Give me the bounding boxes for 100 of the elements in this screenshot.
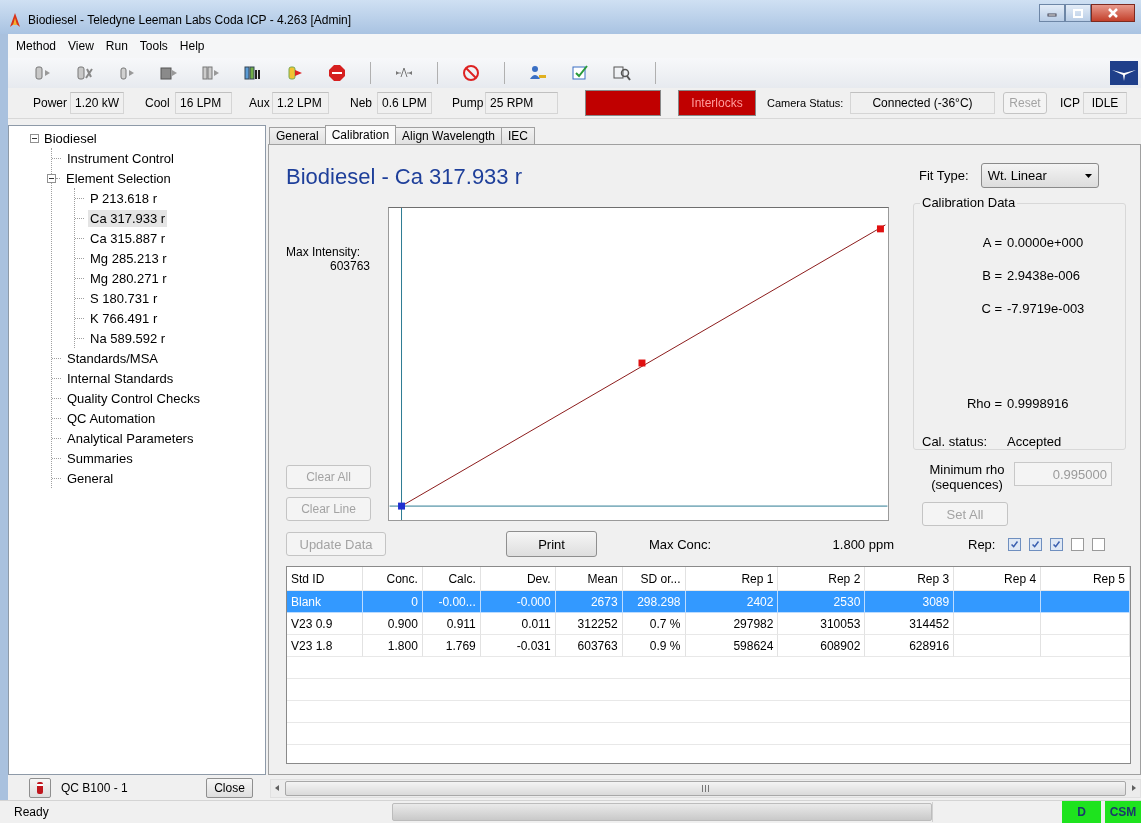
menu-item[interactable]: Method bbox=[10, 39, 63, 53]
rep-checkbox[interactable] bbox=[1029, 537, 1043, 551]
coefficient-label: C = bbox=[980, 301, 1002, 317]
rep-checkbox[interactable] bbox=[1008, 537, 1022, 551]
table-cell: 3089 bbox=[865, 591, 955, 613]
rep-checkbox[interactable] bbox=[1050, 537, 1064, 551]
field-label: Aux bbox=[249, 96, 271, 110]
table-cell: 0.900 bbox=[362, 613, 423, 635]
readout-field: IDLE bbox=[1083, 92, 1127, 114]
table-cell: 297982 bbox=[685, 613, 779, 635]
menu-item[interactable]: Help bbox=[173, 39, 211, 53]
app-icon bbox=[8, 12, 22, 28]
tree-item[interactable]: Mg 285.213 r bbox=[88, 249, 169, 267]
table-cell: -0.000 bbox=[480, 591, 556, 613]
tree-item[interactable]: K 766.491 r bbox=[88, 309, 160, 327]
field-label: Max Conc: bbox=[649, 536, 713, 552]
collapse-icon[interactable] bbox=[47, 173, 56, 183]
table-cell: 608902 bbox=[778, 635, 866, 657]
table-cell: 603763 bbox=[555, 635, 623, 657]
grip-icon bbox=[701, 784, 710, 792]
vial-play-icon[interactable] bbox=[118, 64, 136, 82]
field-label: Neb bbox=[350, 96, 373, 110]
tree-item[interactable]: General bbox=[65, 469, 116, 487]
tree-item[interactable]: S 180.731 r bbox=[88, 289, 160, 307]
vial-icon bbox=[34, 781, 46, 795]
tree-item[interactable]: Ca 317.933 r bbox=[88, 209, 168, 227]
readout-field: 1.20 kW bbox=[70, 92, 124, 114]
window-title: Biodiesel - Teledyne Leeman Labs Coda ICP - 4.263 [Admin] bbox=[28, 12, 352, 27]
field-label: Rep: bbox=[968, 536, 996, 552]
tree-item[interactable]: Biodiesel bbox=[42, 129, 99, 147]
tab[interactable]: IEC bbox=[501, 127, 536, 144]
table-row[interactable]: V23 0.9 0.900 0.911 0.011 312252 0.7 % 297982 310053 314452 bbox=[287, 613, 1130, 635]
tree-item[interactable]: Analytical Parameters bbox=[65, 429, 196, 447]
tree-item[interactable]: Summaries bbox=[65, 449, 135, 467]
collapse-icon[interactable] bbox=[30, 133, 39, 143]
close-button[interactable] bbox=[1091, 4, 1135, 22]
max-intensity-value: 603763 bbox=[329, 259, 370, 273]
tree-item[interactable]: QC Automation bbox=[65, 409, 158, 427]
tree-item[interactable]: Instrument Control bbox=[65, 149, 176, 167]
print-button[interactable]: Print bbox=[506, 531, 597, 557]
prohibited-icon[interactable] bbox=[462, 64, 480, 82]
field-label: Pump bbox=[452, 96, 485, 110]
table-cell: 0.7 % bbox=[622, 613, 686, 635]
status-value: Accepted bbox=[1007, 434, 1062, 450]
stack-icon[interactable] bbox=[244, 64, 262, 82]
person-key-icon[interactable] bbox=[529, 64, 547, 82]
readout-field: 25 RPM bbox=[485, 92, 558, 114]
data-point bbox=[638, 359, 646, 367]
readout-field: 16 LPM bbox=[175, 92, 232, 114]
close-button[interactable]: Close bbox=[206, 778, 253, 798]
tree-item[interactable]: Quality Control Checks bbox=[65, 389, 202, 407]
table-cell: 2402 bbox=[685, 591, 779, 613]
block-play-icon[interactable] bbox=[160, 64, 178, 82]
calibration-heading: Biodiesel - Ca 317.933 r bbox=[286, 163, 524, 191]
stop-icon[interactable] bbox=[328, 64, 346, 82]
rep-checkbox[interactable] bbox=[1092, 537, 1106, 551]
status-label: Cal. status: bbox=[922, 434, 989, 450]
field-label: Power bbox=[33, 96, 68, 110]
table-cell: 598624 bbox=[685, 635, 779, 657]
tree-item[interactable]: Element Selection bbox=[64, 169, 173, 187]
tree-item[interactable]: Mg 280.271 r bbox=[88, 269, 169, 287]
table-cell: 1.769 bbox=[422, 635, 481, 657]
vial-tools-icon[interactable] bbox=[76, 64, 94, 82]
fit-type-dropdown[interactable]: Wt. Linear bbox=[980, 163, 1099, 189]
vial-arrow-icon[interactable] bbox=[286, 64, 304, 82]
menu-item[interactable]: Run bbox=[99, 39, 134, 53]
table-cell: Blank bbox=[287, 591, 363, 613]
magnifier-icon[interactable] bbox=[613, 64, 631, 82]
menu-item[interactable]: View bbox=[62, 39, 100, 53]
stack-play-icon[interactable] bbox=[202, 64, 220, 82]
maximize-button[interactable] bbox=[1065, 4, 1091, 22]
table-cell: 0.9 % bbox=[622, 635, 686, 657]
rho-label: Rho = bbox=[965, 396, 1002, 412]
tree-item[interactable]: Internal Standards bbox=[65, 369, 176, 387]
minimize-button[interactable] bbox=[1039, 4, 1065, 22]
horizontal-scrollbar[interactable] bbox=[270, 778, 1141, 798]
maximize-icon bbox=[1073, 8, 1083, 18]
readout-field: 0.6 LPM bbox=[377, 92, 432, 114]
caret-icon bbox=[1084, 173, 1092, 178]
qc-icon-button[interactable] bbox=[29, 778, 51, 798]
scroll-thumb[interactable] bbox=[285, 780, 1126, 796]
readout-field: Connected (-36°C) bbox=[850, 92, 995, 114]
status-text: Ready bbox=[14, 805, 50, 819]
tab[interactable]: Calibration bbox=[324, 125, 397, 144]
vial-play-icon[interactable] bbox=[34, 64, 52, 82]
menu-item[interactable]: Tools bbox=[133, 39, 174, 53]
tab[interactable]: General bbox=[269, 127, 326, 144]
tree-item[interactable]: P 213.618 r bbox=[88, 189, 159, 207]
tree-item[interactable]: Standards/MSA bbox=[65, 349, 161, 367]
field-label: Fit Type: bbox=[919, 168, 969, 184]
checkbox-icon[interactable] bbox=[571, 64, 589, 82]
rep-checkbox[interactable] bbox=[1071, 537, 1085, 551]
table-cell: 1.800 bbox=[362, 635, 423, 657]
tab[interactable]: Align Wavelength bbox=[395, 127, 503, 144]
tree-item[interactable]: Na 589.592 r bbox=[88, 329, 168, 347]
status-indicator: CSM bbox=[1105, 801, 1141, 823]
logo-icon bbox=[1110, 61, 1138, 85]
table-row[interactable]: V23 1.8 1.800 1.769 -0.031 603763 0.9 % 598624 608902 628916 bbox=[287, 635, 1130, 657]
tree-item[interactable]: Ca 315.887 r bbox=[88, 229, 168, 247]
data-point bbox=[876, 225, 884, 233]
